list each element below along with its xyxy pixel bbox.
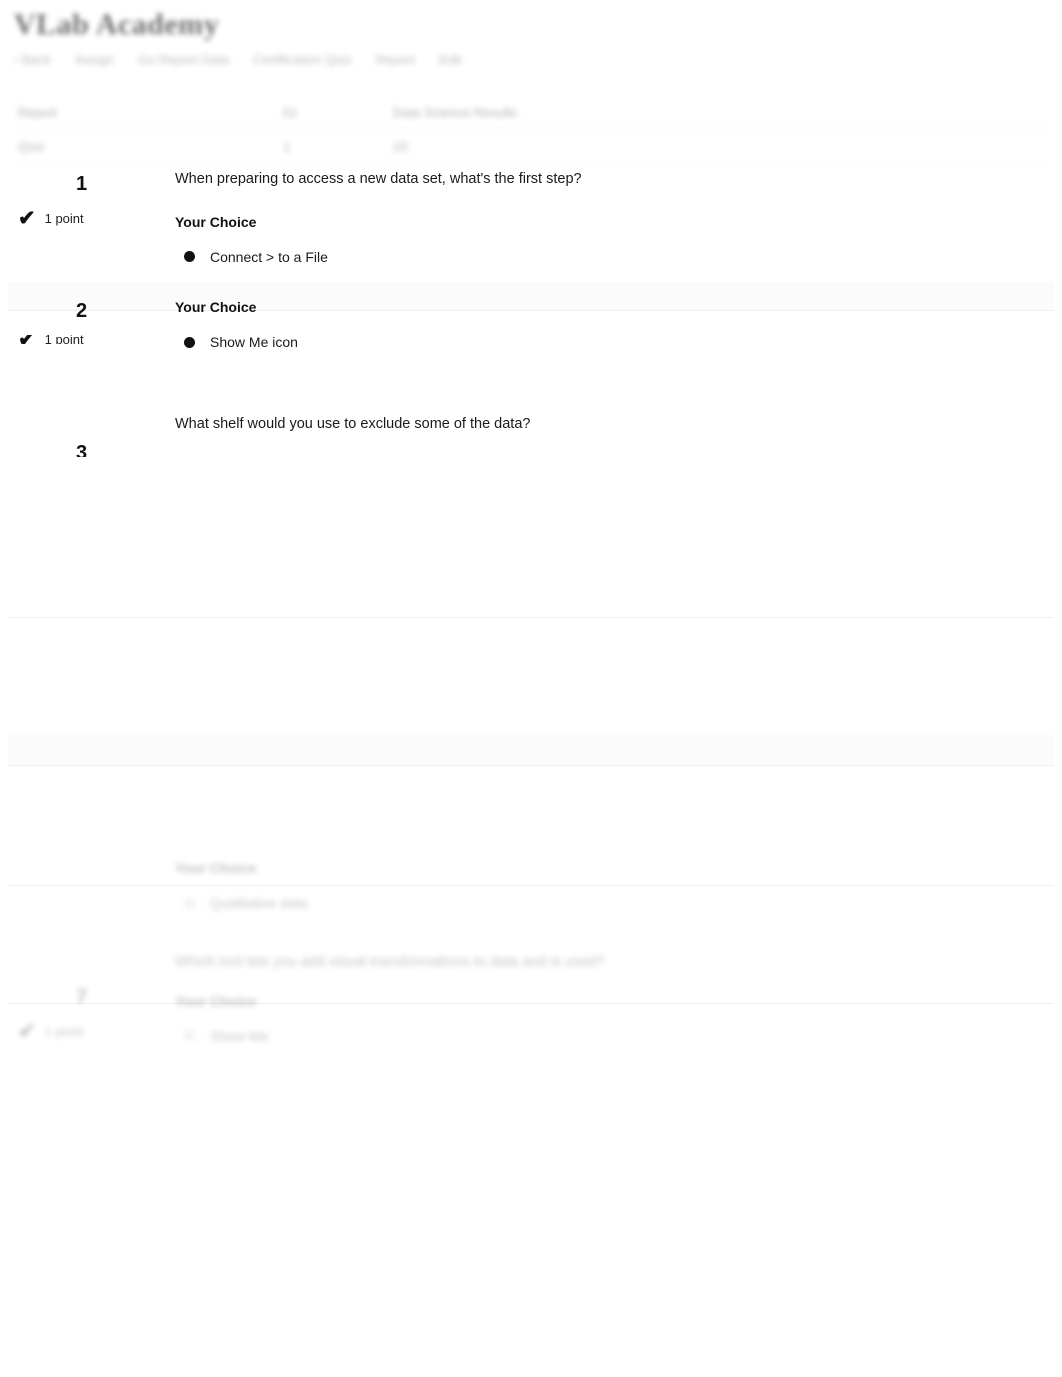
meta-value: Data Science Results (389, 96, 1048, 130)
nav-item-assign[interactable]: Assign (75, 52, 114, 67)
choice-label: Show Me (210, 1027, 269, 1044)
selected-radio-icon (184, 1030, 195, 1042)
nav-item-certification-quiz[interactable]: Certification Quiz (253, 52, 352, 67)
choice-label: Connect > to a File (210, 248, 328, 265)
your-choice-heading: Your Choice (175, 213, 257, 230)
question-number: 3 (75, 443, 88, 457)
question-gutter (0, 709, 175, 713)
your-choice-heading: Your Choice (175, 992, 257, 1009)
question-block-2: 2 ✔ 1 point Your Choice Show Me icon (0, 282, 1062, 397)
table-row: Quiz 1 10 (14, 129, 1048, 164)
selected-radio-icon (184, 897, 195, 909)
brand-title: VLab Academy (14, 8, 220, 41)
choice-label: Qualitative data (210, 895, 308, 911)
question-body: Your Choice Qualitative data (175, 828, 1062, 918)
question-gutter (0, 828, 175, 832)
question-gutter (0, 577, 175, 581)
question-score: ✔ 1 point (0, 335, 175, 344)
nav-item-edit[interactable]: Edit (439, 52, 461, 67)
question-list: 1 ✔ 1 point When preparing to access a n… (0, 170, 1062, 1060)
question-body: What shelf would you use to exclude some… (175, 415, 1062, 459)
question-block-3: 3 What shelf would you use to exclude so… (0, 397, 1062, 577)
meta-mid: 01 (279, 96, 389, 130)
site-header: VLab Academy ‹ Back Assign Go Report Dat… (0, 0, 1062, 70)
choice-row[interactable]: Show Me icon (184, 333, 1032, 351)
your-choice-heading: Your Choice (175, 860, 257, 876)
question-body: When preparing to access a new data set,… (175, 170, 1062, 272)
choice-label: Show Me icon (210, 334, 298, 350)
question-block-1: 1 ✔ 1 point When preparing to access a n… (0, 170, 1062, 282)
question-text: What shelf would you use to exclude some… (175, 416, 531, 432)
selected-radio-icon (184, 251, 195, 263)
meta-mid: 1 (279, 129, 389, 164)
question-number: 7 (75, 986, 88, 1008)
points-label: 1 point (44, 211, 84, 226)
quiz-meta-table: Report 01 Data Science Results Quiz 1 10 (14, 96, 1048, 164)
meta-label: Quiz (14, 129, 279, 164)
question-body: Which tool lets you add visual transform… (175, 953, 1062, 1051)
question-block-5 (0, 695, 1062, 810)
choice-row[interactable]: Show Me (184, 1027, 1032, 1045)
nav-item-report-data[interactable]: Go Report Data (138, 52, 229, 67)
question-text: When preparing to access a new data set,… (175, 171, 582, 187)
question-gutter: 1 ✔ 1 point (0, 170, 175, 229)
check-icon: ✔ (18, 335, 36, 344)
check-icon: ✔ (18, 207, 36, 230)
meta-label: Report (14, 96, 279, 130)
choice-row[interactable]: Qualitative data (184, 894, 1032, 912)
question-score: ✔ 1 point (0, 208, 175, 229)
question-text: Which tool lets you add visual transform… (175, 954, 605, 970)
top-navigation[interactable]: ‹ Back Assign Go Report Data Certificati… (14, 50, 1048, 70)
choice-row[interactable]: Connect > to a File (184, 248, 1032, 266)
nav-item-report[interactable]: Report (376, 52, 415, 67)
question-block-7: 7 ✔ 1 point Which tool lets you add visu… (0, 940, 1062, 1060)
question-gutter: 7 ✔ 1 point (0, 953, 175, 1042)
question-number: 2 (75, 300, 88, 322)
points-label: 1 point (44, 335, 84, 344)
question-block-4 (0, 577, 1062, 695)
question-gutter: 3 (0, 415, 175, 457)
question-body: Your Choice Show Me icon (175, 297, 1062, 357)
meta-value: 10 (389, 129, 1048, 164)
question-gutter: 2 ✔ 1 point (0, 297, 175, 344)
check-icon: ✔ (18, 1020, 36, 1043)
question-block-6: Your Choice Qualitative data (0, 810, 1062, 940)
your-choice-heading: Your Choice (175, 299, 257, 315)
question-number: 1 (75, 173, 88, 195)
table-row: Report 01 Data Science Results (14, 96, 1048, 130)
selected-radio-icon (184, 336, 195, 348)
points-label: 1 point (44, 1024, 84, 1039)
nav-item-back[interactable]: ‹ Back (14, 52, 51, 67)
question-score: ✔ 1 point (0, 1021, 175, 1042)
